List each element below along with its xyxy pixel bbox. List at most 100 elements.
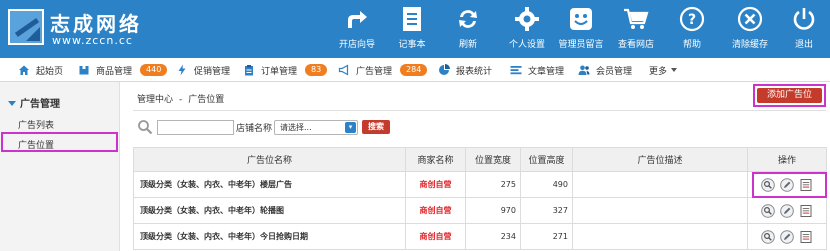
help-icon: ? [678, 5, 706, 33]
sidebar-title-text: 广告管理 [20, 99, 60, 110]
smile-message-icon [567, 5, 595, 33]
svg-text:?: ? [688, 12, 696, 28]
orders-count-badge: 83 [305, 64, 328, 76]
top-nav-label: 清除缓存 [731, 40, 768, 50]
top-nav-label: 开店向导 [338, 40, 375, 50]
position-height: 271 [520, 223, 573, 250]
search-input[interactable] [157, 119, 234, 135]
search-bar: 店铺名称 请选择... ▾ 搜索 [137, 118, 391, 136]
close-circle-icon [736, 5, 764, 33]
top-nav-label: 退出 [794, 40, 813, 50]
position-description [572, 171, 748, 198]
table-row: 顶级分类（女装、内衣、中老年）今日抢购日期 商创自营 234 271 [133, 223, 827, 250]
operations-highlight [752, 172, 827, 198]
users-icon [578, 64, 590, 76]
subnav-label: 促销管理 [194, 66, 231, 77]
position-description [572, 197, 748, 224]
breadcrumb-root[interactable]: 管理中心 [137, 95, 173, 105]
breadcrumb: 管理中心 - 广告位置 [137, 92, 224, 105]
top-header: 志成网络 www.zccn.cc 开店向导 记事本 刷新 个人设置 管理员留言 [0, 0, 830, 58]
lightning-icon [176, 64, 188, 76]
subnav-item-more[interactable]: 更多 [649, 58, 678, 82]
piechart-icon [438, 64, 450, 76]
edit-icon[interactable] [780, 229, 794, 244]
subnav-label: 商品管理 [96, 66, 133, 77]
subnav-item-orders[interactable]: 订单管理 83 [243, 58, 328, 82]
subnav-item-home[interactable]: 起始页 [18, 58, 63, 82]
box-icon [78, 64, 90, 76]
subnav-item-members[interactable]: 会员管理 [578, 58, 632, 82]
store-name-label: 店铺名称 [236, 123, 273, 134]
top-nav-label: 查看网店 [617, 40, 654, 50]
row-operations [747, 223, 827, 250]
top-nav-admin-message[interactable]: 管理员留言 [558, 0, 604, 58]
subnav-label: 报表统计 [456, 66, 493, 77]
clipboard-icon [243, 64, 255, 76]
merchant-name: 商创自营 [405, 171, 466, 198]
brand-url: www.zccn.cc [52, 34, 133, 47]
subnav-label: 订单管理 [261, 66, 298, 77]
position-width: 234 [465, 223, 521, 250]
column-header: 位置宽度 [465, 147, 521, 172]
breadcrumb-separator: - [179, 95, 183, 105]
position-height: 490 [520, 171, 573, 198]
power-icon [790, 5, 818, 33]
subnav-label: 会员管理 [596, 66, 633, 77]
sidebar-item-ad-list[interactable]: 广告列表 [18, 118, 54, 131]
search-icon [137, 119, 153, 135]
subnav-label: 广告管理 [356, 66, 393, 77]
sidebar-section-title[interactable]: 广告管理 [8, 95, 60, 110]
home-icon [18, 64, 30, 76]
caret-down-icon [8, 101, 16, 106]
top-nav-notepad[interactable]: 记事本 [390, 0, 434, 58]
subnav-label: 更多 [649, 66, 668, 77]
top-nav-clear-cache[interactable]: 清除缓存 [726, 0, 774, 58]
view-icon[interactable] [761, 203, 776, 218]
store-select[interactable]: 请选择... ▾ [274, 119, 359, 135]
refresh-icon [454, 5, 482, 33]
megaphone-icon [338, 64, 350, 76]
merchant-name: 商创自营 [405, 223, 466, 250]
add-ad-position-button[interactable]: 添加广告位 [757, 88, 822, 103]
list-icon[interactable] [799, 230, 813, 244]
ad-position-name: 顶级分类（女装、内衣、中老年）今日抢购日期 [133, 223, 406, 250]
column-header: 广告位描述 [572, 147, 748, 172]
table-row: 顶级分类（女装、内衣、中老年）轮播图 商创自营 970 327 [133, 197, 827, 224]
column-header: 广告位名称 [133, 147, 406, 172]
view-icon[interactable] [761, 229, 776, 244]
search-button[interactable]: 搜索 [362, 120, 391, 134]
column-header: 商家名称 [405, 147, 466, 172]
row-operations [747, 197, 827, 224]
logo-mark-icon [8, 9, 44, 45]
subnav-label: 文章管理 [528, 66, 565, 77]
top-nav-shop-wizard[interactable]: 开店向导 [332, 0, 382, 58]
position-description [572, 223, 748, 250]
chevron-down-icon: ▾ [345, 121, 357, 133]
subnav-item-reports[interactable]: 报表统计 [438, 58, 492, 82]
divider [133, 110, 826, 111]
top-nav-refresh[interactable]: 刷新 [446, 0, 490, 58]
edit-icon[interactable] [780, 203, 794, 218]
subnav-item-promotions[interactable]: 促销管理 [176, 58, 230, 82]
share-arrow-icon [343, 5, 371, 33]
subnav-item-articles[interactable]: 文章管理 [510, 58, 564, 82]
top-nav-help[interactable]: ? 帮助 [670, 0, 714, 58]
top-nav-personal-settings[interactable]: 个人设置 [502, 0, 552, 58]
brand-title: 志成网络 [50, 12, 142, 36]
column-header: 位置高度 [520, 147, 573, 172]
top-nav-view-store[interactable]: 查看网店 [614, 0, 658, 58]
ad-position-name: 顶级分类（女装、内衣、中老年）轮播图 [133, 197, 406, 224]
ad-position-table: 广告位名称 商家名称 位置宽度 位置高度 广告位描述 操作 顶级分类（女装、内衣… [133, 147, 827, 250]
list-icon[interactable] [799, 204, 813, 218]
subnav-label: 起始页 [36, 66, 64, 77]
add-button-highlight: 添加广告位 [753, 84, 826, 107]
brand-logo[interactable]: 志成网络 www.zccn.cc [8, 7, 139, 49]
subnav-item-products[interactable]: 商品管理 440 [78, 58, 168, 82]
ads-count-badge: 284 [400, 64, 428, 76]
top-nav-logout[interactable]: 退出 [782, 0, 826, 58]
subnav-item-ads[interactable]: 广告管理 284 [338, 58, 428, 82]
table-header-row: 广告位名称 商家名称 位置宽度 位置高度 广告位描述 操作 [133, 147, 827, 172]
chevron-down-icon [671, 68, 678, 72]
sidebar-active-highlight [1, 132, 118, 152]
list-icon [510, 64, 522, 76]
